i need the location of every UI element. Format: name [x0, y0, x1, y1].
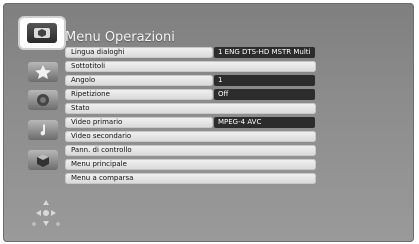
menu-item-value: 1 ENG DTS-HD MSTR Multi	[214, 47, 315, 58]
menu-item-label: Video secondario	[65, 131, 316, 142]
menu-item-label: Menu principale	[65, 159, 316, 170]
menu-item-label: Menu a comparsa	[65, 173, 316, 184]
menu-item-label: Sottotitoli	[65, 61, 316, 72]
operations-menu-screen: Menu Operazioni Lingua dialoghi 1 ENG DT…	[3, 3, 414, 242]
menu-item-menu-principale[interactable]: Menu principale	[63, 159, 316, 170]
menu-item-value: 1	[214, 75, 315, 86]
menu-item-sottotitoli[interactable]: Sottotitoli	[63, 61, 316, 72]
music-note-icon	[28, 120, 58, 140]
category-box[interactable]	[23, 146, 63, 174]
menu-item-label: Video primario	[65, 117, 213, 128]
speaker-icon	[28, 90, 58, 110]
menu-item-angolo[interactable]: Angolo 1	[63, 75, 315, 86]
disc-icon	[27, 23, 57, 43]
menu-item-video-primario[interactable]: Video primario MPEG-4 AVC	[63, 117, 315, 128]
menu-item-value: Off	[214, 89, 315, 100]
box-icon	[28, 150, 58, 170]
category-speaker[interactable]	[23, 86, 63, 114]
menu-item-lingua-dialoghi[interactable]: Lingua dialoghi 1 ENG DTS-HD MSTR Multi	[63, 47, 315, 58]
menu-item-ripetizione[interactable]: Ripetizione Off	[63, 89, 315, 100]
category-music[interactable]	[23, 116, 63, 144]
dpad-navigation-icon	[26, 198, 66, 228]
category-disc[interactable]	[20, 18, 64, 48]
menu-item-pann-controllo[interactable]: Pann. di controllo	[63, 145, 316, 156]
menu-item-label: Angolo	[65, 75, 213, 86]
menu-item-value: MPEG-4 AVC	[214, 117, 315, 128]
star-icon	[28, 62, 58, 82]
category-star[interactable]	[23, 58, 63, 86]
menu-item-label: Pann. di controllo	[65, 145, 316, 156]
menu-title: Menu Operazioni	[65, 30, 175, 45]
menu-item-stato[interactable]: Stato	[63, 103, 316, 114]
menu-item-label: Ripetizione	[65, 89, 213, 100]
menu-item-menu-comparsa[interactable]: Menu a comparsa	[63, 173, 316, 184]
menu-item-label: Lingua dialoghi	[65, 47, 213, 58]
menu-item-label: Stato	[65, 103, 316, 114]
menu-item-video-secondario[interactable]: Video secondario	[63, 131, 316, 142]
